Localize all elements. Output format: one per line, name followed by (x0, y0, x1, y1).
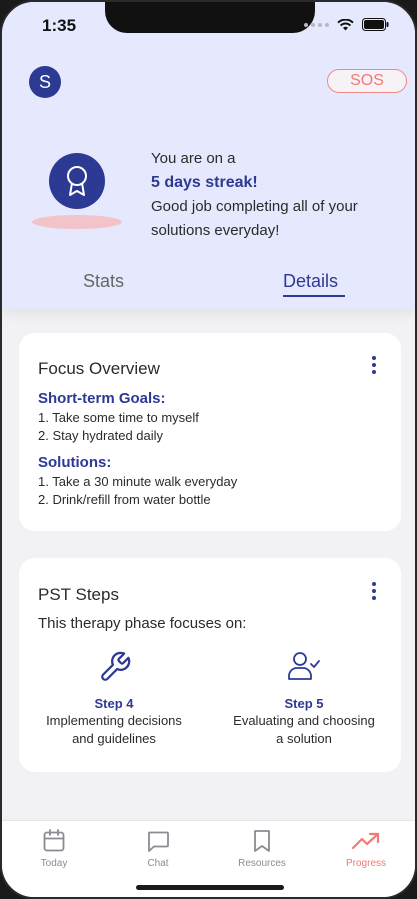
goal-item: 2. Stay hydrated daily (38, 428, 164, 443)
tab-resources[interactable]: Resources (210, 821, 314, 881)
award-icon (49, 153, 105, 209)
tab-chat[interactable]: Chat (106, 821, 210, 881)
calendar-icon (43, 829, 65, 852)
trending-up-icon (351, 832, 380, 850)
streak-line-3: Good job completing all of your (151, 198, 358, 215)
bookmark-icon (254, 830, 270, 852)
phone-screen: 1:35 S SOS You are on a 5 days streak! G… (0, 0, 417, 899)
step-4-desc-line: and guidelines (72, 731, 156, 746)
tab-progress[interactable]: Progress (314, 821, 415, 881)
solutions-heading: Solutions: (38, 454, 112, 471)
solution-item: 2. Drink/refill from water bottle (38, 492, 211, 507)
step-4-label: Step 4 (94, 696, 134, 711)
step-4-description: Implementing decisions and guidelines (19, 712, 209, 748)
wrench-icon (101, 651, 131, 681)
medal-shadow (32, 215, 122, 229)
focus-overview-card: Focus Overview Short-term Goals: 1. Take… (19, 333, 401, 531)
status-time: 1:35 (42, 16, 77, 35)
home-indicator (136, 885, 284, 890)
sos-button[interactable]: SOS (327, 69, 407, 93)
step-5-desc-line: Evaluating and choosing (233, 713, 375, 728)
progress-header: 1:35 S SOS You are on a 5 days streak! G… (2, 2, 415, 309)
card-title: Focus Overview (38, 359, 160, 378)
status-icons (304, 18, 389, 31)
tab-stats[interactable]: Stats (83, 271, 124, 292)
tab-label: Progress (345, 858, 386, 869)
more-options-icon[interactable] (371, 356, 377, 374)
wifi-icon (337, 18, 354, 30)
step-4-desc-line: Implementing decisions (46, 713, 182, 728)
step-5-desc-line: a solution (276, 731, 332, 746)
active-tab-indicator (283, 295, 345, 297)
phase-text: This therapy phase focuses on: (38, 615, 247, 632)
avatar[interactable]: S (29, 66, 61, 98)
device-notch (105, 2, 315, 33)
battery-icon (362, 18, 389, 31)
tab-label: Today (40, 858, 68, 869)
goal-item: 1. Take some time to myself (38, 410, 199, 425)
card-title: PST Steps (38, 585, 119, 604)
tab-label: Resources (238, 858, 286, 869)
step-5-label: Step 5 (284, 696, 324, 711)
more-options-icon[interactable] (371, 582, 377, 600)
streak-count: 5 days streak! (151, 174, 258, 191)
streak-line-4: solutions everyday! (151, 222, 280, 239)
user-check-icon (288, 652, 320, 680)
tab-details[interactable]: Details (283, 271, 338, 292)
chat-icon (148, 831, 169, 852)
step-5-description: Evaluating and choosing a solution (209, 712, 399, 748)
streak-message: You are on a 5 days streak! Good job com… (151, 147, 401, 243)
streak-line-1: You are on a (151, 150, 236, 167)
signal-icon (304, 22, 329, 27)
goals-heading: Short-term Goals: (38, 390, 166, 407)
tab-today[interactable]: Today (2, 821, 106, 881)
tab-label: Chat (147, 858, 169, 869)
pst-steps-card: PST Steps This therapy phase focuses on:… (19, 558, 401, 772)
solution-item: 1. Take a 30 minute walk everyday (38, 474, 238, 489)
tab-bar-top: Stats Details (2, 268, 415, 298)
